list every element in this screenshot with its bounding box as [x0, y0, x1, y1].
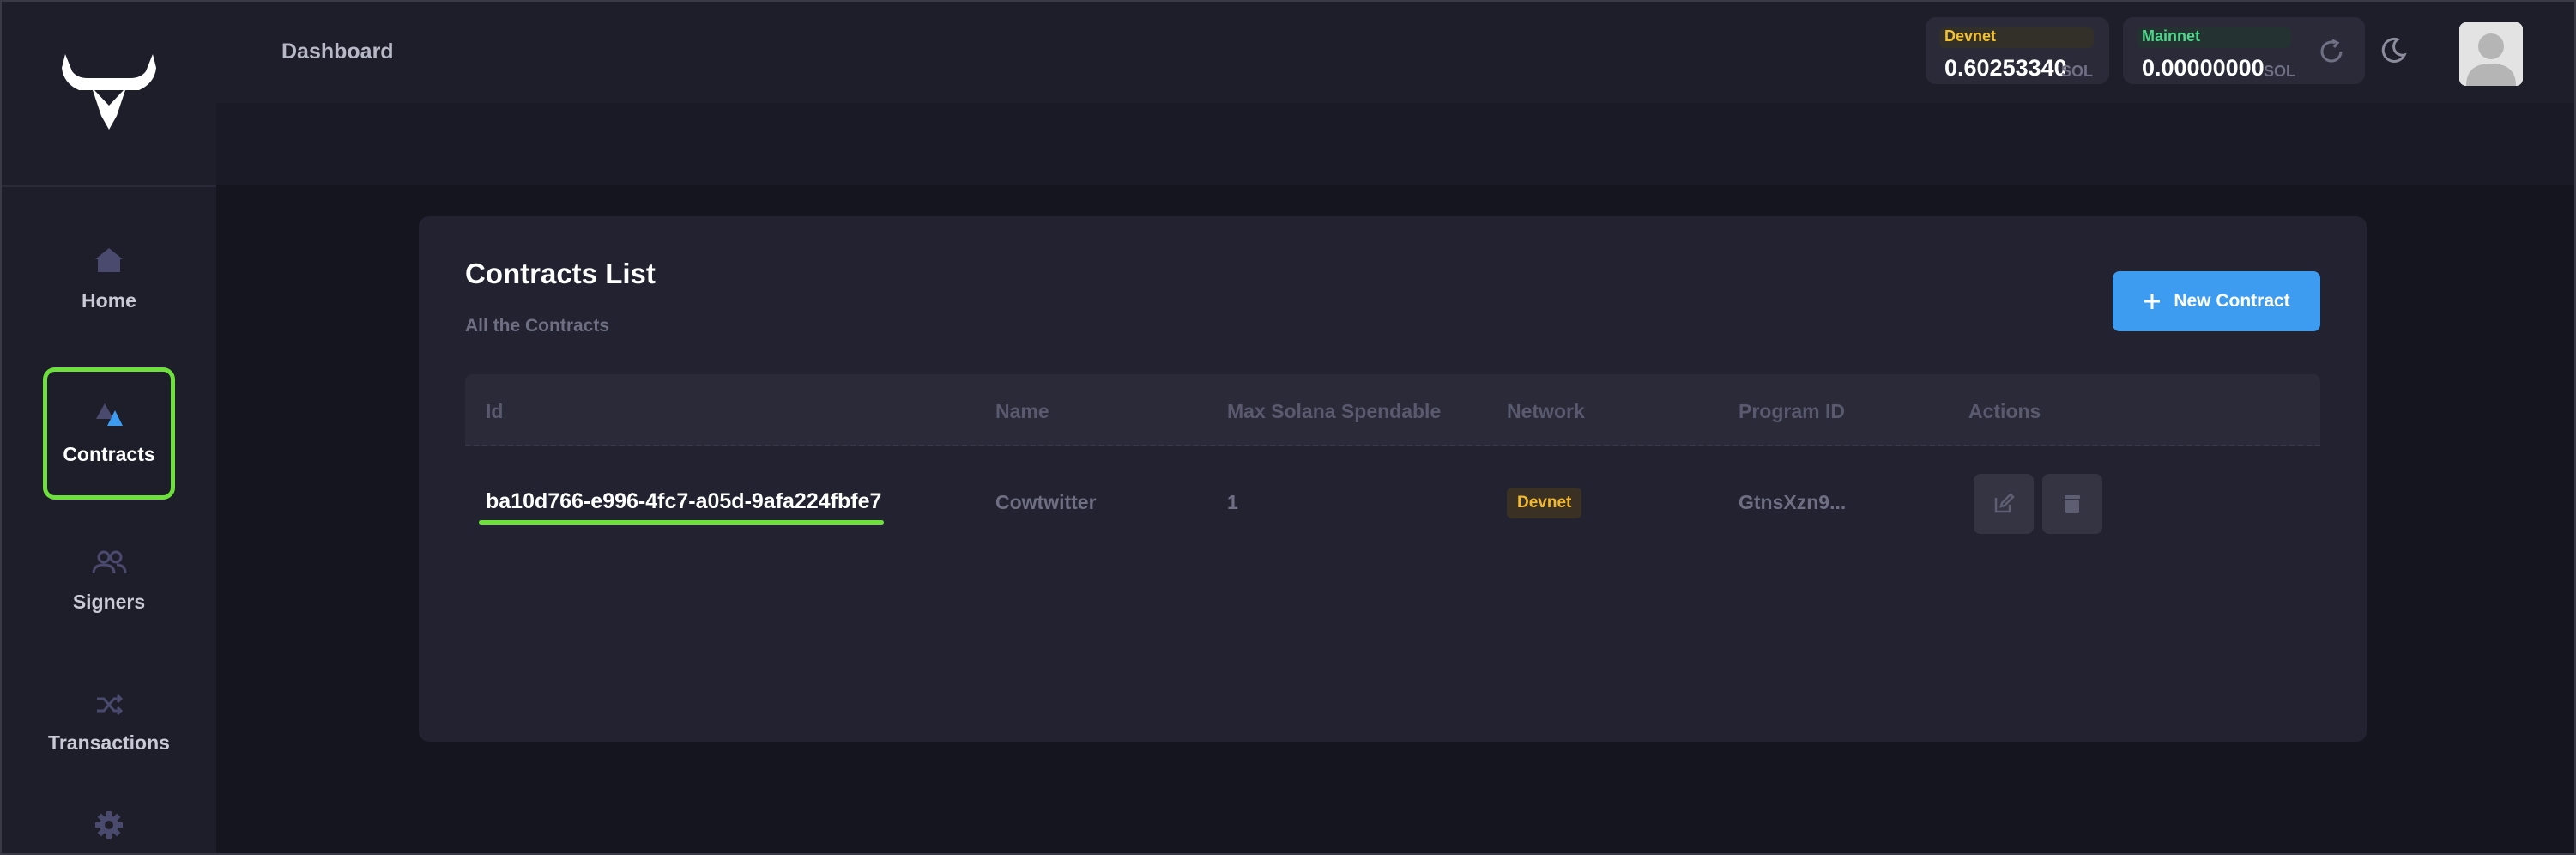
column-header-id[interactable]: Id: [486, 400, 503, 423]
home-icon: [94, 246, 124, 274]
wallet-unit: SOL: [2061, 63, 2094, 80]
contracts-icon: [94, 402, 124, 428]
wallet-devnet[interactable]: Devnet 0.60253340 SOL: [1926, 17, 2109, 84]
shuffle-icon: [95, 694, 123, 716]
gear-icon: [94, 810, 124, 840]
table-header: Id Name Max Solana Spendable Network Pro…: [465, 374, 2320, 446]
edit-icon: [1994, 493, 2015, 513]
avatar[interactable]: [2459, 22, 2523, 86]
wallet-balance: 0.60253340: [1944, 55, 2067, 81]
edit-button[interactable]: [1974, 474, 2034, 534]
contract-id[interactable]: ba10d766-e996-4fc7-a05d-9afa224fbfe7: [486, 489, 881, 514]
sidebar-item-label: Home: [82, 288, 136, 312]
page-title: Dashboard: [281, 39, 394, 64]
highlight-underline: [479, 520, 884, 525]
new-contract-label: New Contract: [2174, 291, 2290, 311]
contract-name: Cowtwitter: [995, 491, 1097, 513]
bull-logo-icon: [62, 54, 156, 130]
column-header-program-id[interactable]: Program ID: [1738, 400, 1845, 423]
user-avatar-icon: [2459, 22, 2523, 86]
table-row[interactable]: ba10d766-e996-4fc7-a05d-9afa224fbfe7 Cow…: [465, 446, 2320, 560]
sidebar-item-settings[interactable]: [43, 803, 175, 846]
top-header: Dashboard Devnet 0.60253340 SOL Mainnet …: [216, 2, 2574, 103]
contracts-card: Contracts List All the Contracts New Con…: [419, 216, 2367, 742]
max-spendable: 1: [1227, 491, 1238, 513]
delete-button[interactable]: [2042, 474, 2102, 534]
column-header-network[interactable]: Network: [1507, 400, 1585, 423]
program-id: GtnsXzn9...: [1738, 491, 1847, 513]
network-label: Mainnet: [2142, 27, 2201, 45]
subheader-bar: [216, 103, 2574, 185]
moon-icon[interactable]: [2379, 36, 2408, 65]
network-label: Devnet: [1944, 27, 1997, 45]
wallet-unit: SOL: [2264, 63, 2296, 80]
sidebar-item-transactions[interactable]: Transactions: [43, 676, 175, 771]
trash-icon: [2065, 495, 2080, 513]
sidebar-item-label: Transactions: [48, 731, 170, 754]
sidebar-item-label: Signers: [72, 590, 146, 613]
sidebar-item-label: Contracts: [63, 442, 155, 465]
column-header-actions: Actions: [1968, 400, 2041, 422]
wallet-mainnet[interactable]: Mainnet 0.00000000 SOL: [2123, 17, 2365, 84]
logo[interactable]: [2, 2, 216, 187]
users-icon: [91, 549, 127, 575]
network-badge: Devnet: [1507, 488, 1582, 518]
new-contract-button[interactable]: New Contract: [2113, 271, 2320, 331]
column-header-name[interactable]: Name: [995, 400, 1049, 423]
sidebar-item-contracts[interactable]: Contracts: [43, 367, 175, 500]
card-title: Contracts List: [465, 258, 656, 289]
sidebar-item-signers[interactable]: Signers: [43, 534, 175, 628]
column-header-max-spendable[interactable]: Max Solana Spendable: [1227, 400, 1441, 423]
sidebar: Home Contracts Signers Transactions: [2, 2, 216, 853]
plus-icon: [2144, 294, 2161, 309]
card-subtitle: All the Contracts: [465, 316, 610, 336]
refresh-icon[interactable]: [2319, 39, 2344, 64]
sidebar-item-home[interactable]: Home: [43, 232, 175, 326]
wallet-balance: 0.00000000: [2142, 55, 2265, 81]
